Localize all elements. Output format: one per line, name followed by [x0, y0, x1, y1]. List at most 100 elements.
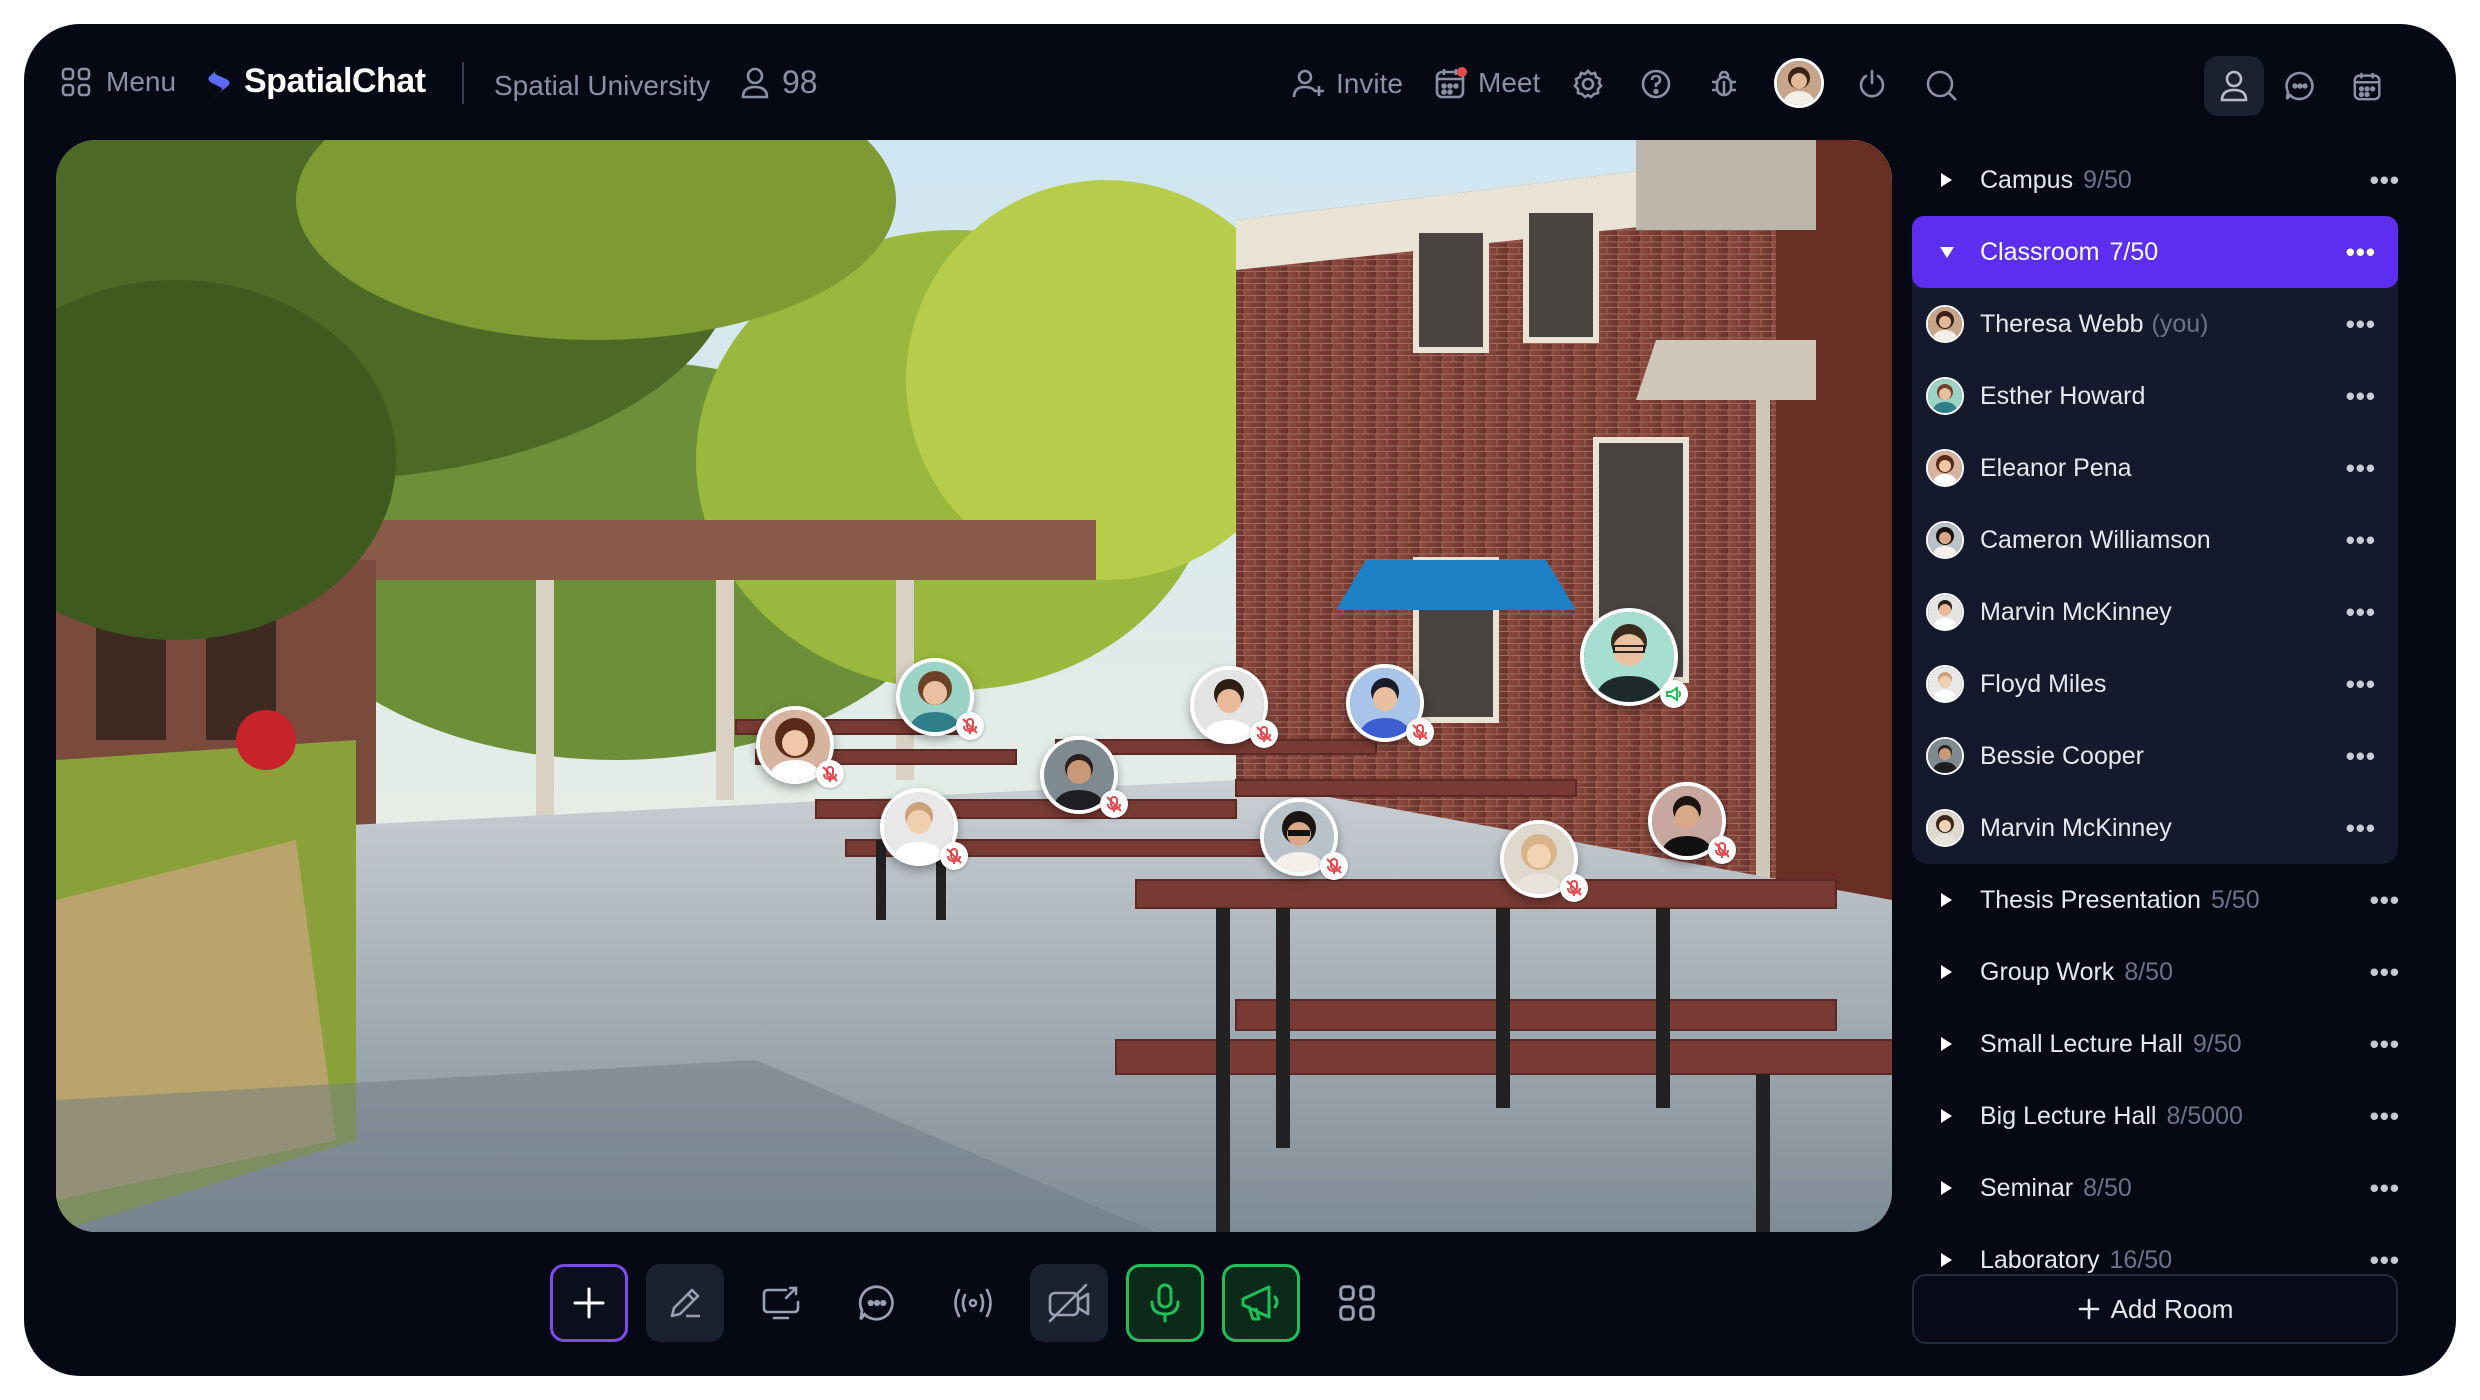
topbar-divider — [462, 62, 464, 104]
caret-right-icon — [1941, 1253, 1952, 1267]
camera-off-icon — [1048, 1283, 1090, 1323]
avatar — [1926, 305, 1964, 343]
broadcast-icon — [954, 1288, 992, 1318]
room-count: 8/50 — [2083, 1173, 2132, 1202]
megaphone-icon — [1241, 1285, 1279, 1321]
more-options-icon[interactable]: ••• — [2346, 525, 2376, 556]
share-screen-button[interactable] — [742, 1264, 820, 1342]
more-options-icon[interactable]: ••• — [2370, 885, 2400, 916]
brand-name: SpatialChat — [244, 61, 426, 100]
avatar-photo — [1777, 61, 1821, 105]
room-big-lecture-hall[interactable]: Big Lecture Hall 8/5000 ••• — [1912, 1080, 2422, 1152]
more-options-icon[interactable]: ••• — [2346, 597, 2376, 628]
speaker-icon — [1660, 680, 1688, 708]
member-row[interactable]: Marvin McKinney ••• — [1912, 792, 2398, 864]
more-options-icon[interactable]: ••• — [2346, 741, 2376, 772]
member-name: Marvin McKinney — [1980, 597, 2172, 626]
help-button[interactable] — [1628, 56, 1684, 112]
pencil-icon — [670, 1288, 700, 1318]
power-icon — [1859, 69, 1885, 98]
plus-icon — [573, 1287, 605, 1319]
member-row[interactable]: Eleanor Pena ••• — [1912, 432, 2398, 504]
more-options-icon[interactable]: ••• — [2370, 1029, 2400, 1060]
menu-button[interactable]: Menu — [60, 66, 176, 98]
more-options-icon[interactable]: ••• — [2346, 381, 2376, 412]
chat-bubble-icon — [2285, 71, 2314, 101]
meet-label: Meet — [1478, 67, 1541, 98]
schedule-tab[interactable] — [2340, 58, 2396, 114]
apps-button[interactable] — [1318, 1264, 1396, 1342]
caret-right-icon — [1941, 173, 1952, 187]
add-content-button[interactable] — [550, 1264, 628, 1342]
room-count: 5/50 — [2210, 885, 2260, 914]
settings-button[interactable] — [1560, 56, 1616, 112]
my-avatar[interactable] — [1774, 58, 1824, 108]
muted-mic-icon — [1560, 874, 1588, 902]
screen-share-icon — [762, 1286, 800, 1320]
muted-mic-icon — [1406, 718, 1434, 746]
room-group-work[interactable]: Group Work 8/50 ••• — [1912, 936, 2422, 1008]
chat-bubble-icon — [858, 1285, 894, 1321]
member-name: Esther Howard — [1980, 381, 2146, 410]
search-button[interactable] — [1914, 58, 1970, 114]
more-options-icon[interactable]: ••• — [2370, 957, 2400, 988]
leave-button[interactable] — [1844, 56, 1900, 112]
app-window: Menu SpatialChat Spatial University 98 I… — [24, 24, 2456, 1376]
member-name: Cameron Williamson — [1980, 525, 2211, 554]
avatar — [1926, 737, 1964, 775]
room-name: Small Lecture Hall — [1980, 1029, 2183, 1058]
member-row[interactable]: Theresa Webb (you) ••• — [1912, 288, 2398, 360]
room-count: 16/50 — [2109, 1245, 2173, 1274]
spatialchat-logo-icon — [208, 62, 230, 100]
room-count: 7/50 — [2109, 237, 2159, 266]
bug-icon — [1712, 70, 1736, 97]
room-campus[interactable]: Campus 9/50 ••• — [1912, 144, 2422, 216]
brand-logo: SpatialChat — [204, 60, 426, 102]
chat-button[interactable] — [838, 1264, 916, 1342]
draw-button[interactable] — [646, 1264, 724, 1342]
user-icon — [2220, 70, 2248, 102]
add-user-icon — [1292, 69, 1324, 98]
room-classroom-selected[interactable]: Classroom 7/50 ••• — [1912, 216, 2398, 288]
more-options-icon[interactable]: ••• — [2346, 813, 2376, 844]
broadcast-button[interactable] — [934, 1264, 1012, 1342]
muted-mic-icon — [1100, 790, 1128, 818]
report-bug-button[interactable] — [1696, 56, 1752, 112]
member-row[interactable]: Bessie Cooper ••• — [1912, 720, 2398, 792]
caret-down-icon — [1940, 247, 1954, 258]
caret-right-icon — [1941, 965, 1952, 979]
add-room-button[interactable]: Add Room — [1912, 1274, 2398, 1344]
member-row[interactable]: Esther Howard ••• — [1912, 360, 2398, 432]
room-count: 8/50 — [2124, 957, 2173, 986]
top-bar: Menu SpatialChat Spatial University 98 I… — [24, 24, 2456, 144]
more-options-icon[interactable]: ••• — [2370, 165, 2400, 196]
you-tag: (you) — [2151, 309, 2209, 338]
meet-button[interactable]: Meet — [1434, 66, 1540, 100]
help-icon — [1641, 69, 1671, 99]
avatar — [1926, 377, 1964, 415]
more-options-icon[interactable]: ••• — [2370, 1245, 2400, 1276]
people-tab[interactable] — [2204, 56, 2264, 116]
more-options-icon[interactable]: ••• — [2346, 453, 2376, 484]
member-row[interactable]: Floyd Miles ••• — [1912, 648, 2398, 720]
more-options-icon[interactable]: ••• — [2346, 237, 2376, 268]
room-thesis-presentation[interactable]: Thesis Presentation 5/50 ••• — [1912, 864, 2422, 936]
room-seminar[interactable]: Seminar 8/50 ••• — [1912, 1152, 2422, 1224]
avatar — [1926, 521, 1964, 559]
microphone-button[interactable] — [1126, 1264, 1204, 1342]
more-options-icon[interactable]: ••• — [2346, 669, 2376, 700]
space-name[interactable]: Spatial University — [494, 70, 710, 102]
more-options-icon[interactable]: ••• — [2346, 309, 2376, 340]
chat-tab[interactable] — [2272, 58, 2328, 114]
member-row[interactable]: Cameron Williamson ••• — [1912, 504, 2398, 576]
more-options-icon[interactable]: ••• — [2370, 1101, 2400, 1132]
megaphone-button[interactable] — [1222, 1264, 1300, 1342]
invite-button[interactable]: Invite — [1292, 68, 1403, 100]
participant-count: 98 — [782, 64, 818, 100]
room-small-lecture-hall[interactable]: Small Lecture Hall 9/50 ••• — [1912, 1008, 2422, 1080]
participant-counter[interactable]: 98 — [740, 64, 818, 101]
camera-toggle-button[interactable] — [1030, 1264, 1108, 1342]
member-row[interactable]: Marvin McKinney ••• — [1912, 576, 2398, 648]
more-options-icon[interactable]: ••• — [2370, 1173, 2400, 1204]
room-name: Group Work — [1980, 957, 2115, 986]
